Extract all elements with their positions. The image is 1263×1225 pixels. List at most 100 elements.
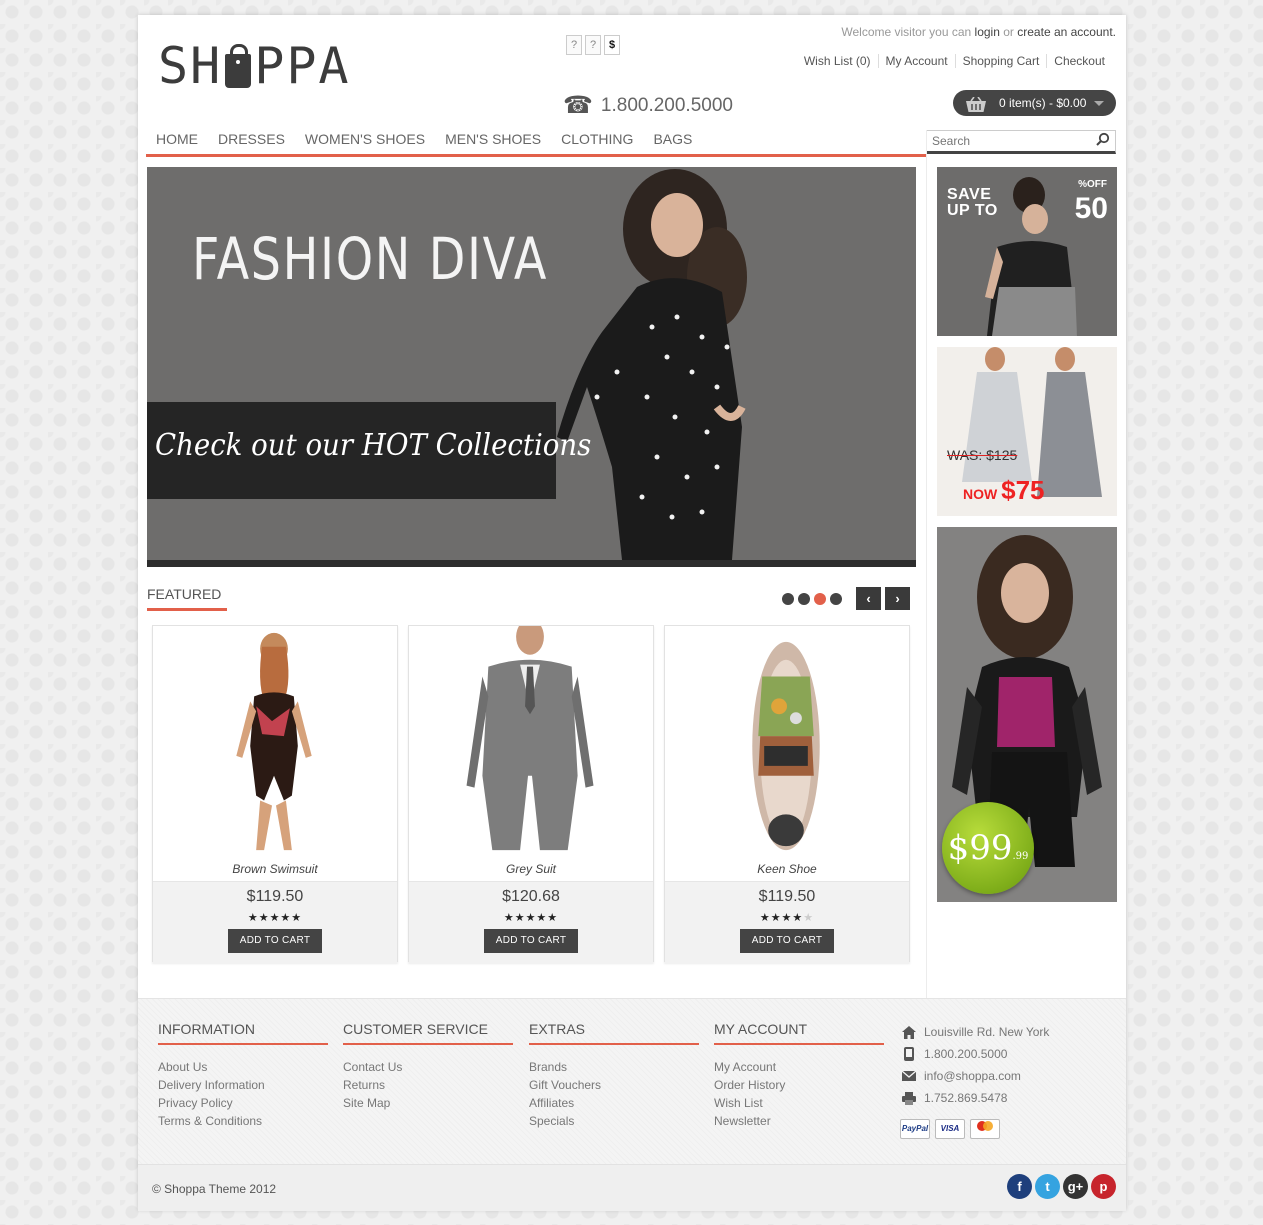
nav-clothing[interactable]: CLOTHING [551, 127, 643, 154]
add-to-cart-button[interactable]: ADD TO CART [228, 929, 322, 953]
contact-phone: 1.800.200.5000 [924, 1047, 1008, 1061]
wishlist-link[interactable]: Wish List (0) [797, 54, 878, 68]
footer-link[interactable]: Contact Us [343, 1058, 513, 1076]
product-name[interactable]: Brown Swimsuit [153, 862, 397, 876]
add-to-cart-button[interactable]: ADD TO CART [484, 929, 578, 953]
nav-womens-shoes[interactable]: WOMEN'S SHOES [295, 127, 435, 154]
currency-option[interactable]: ? [566, 35, 582, 55]
promo-save-line: SAVE [947, 186, 992, 203]
next-arrow-icon[interactable]: › [885, 587, 910, 610]
prev-arrow-icon[interactable]: ‹ [856, 587, 881, 610]
social-links: f t g+ p [1007, 1174, 1116, 1199]
currency-option-active[interactable]: $ [604, 35, 620, 55]
product-card[interactable]: Grey Suit $120.68 ★★★★★ ADD TO CART [408, 625, 654, 964]
hero-banner[interactable]: FASHION DIVA Check out our HOT Collectio… [147, 167, 916, 567]
contact-address: Louisville Rd. New York [924, 1025, 1050, 1039]
footer-link[interactable]: Privacy Policy [158, 1094, 328, 1112]
create-account-link[interactable]: create an account. [1017, 25, 1116, 39]
footer-link[interactable]: Brands [529, 1058, 699, 1076]
star-rating: ★★★★★ [759, 912, 815, 924]
shopping-cart-link[interactable]: Shopping Cart [954, 54, 1047, 68]
main-nav: HOME DRESSES WOMEN'S SHOES MEN'S SHOES C… [146, 127, 926, 157]
contact-phone-row: 1.800.200.5000 [900, 1043, 1049, 1065]
product-price: $119.50 [246, 888, 304, 905]
product-name[interactable]: Keen Shoe [665, 862, 909, 876]
currency-option[interactable]: ? [585, 35, 601, 55]
footer-heading: CUSTOMER SERVICE [343, 1021, 513, 1045]
footer-link[interactable]: Site Map [343, 1094, 513, 1112]
printer-icon [900, 1091, 918, 1105]
cart-summary: 0 item(s) - $0.00 [999, 96, 1087, 110]
nav-bags[interactable]: BAGS [643, 127, 702, 154]
login-link[interactable]: login [975, 25, 1000, 39]
badge-price: $99 [947, 828, 1013, 868]
account-links: Wish List (0) My Account Shopping Cart C… [797, 54, 1112, 68]
phone-number: 1.800.200.5000 [600, 94, 733, 116]
hero-tagline: Check out our HOT Collections [155, 428, 592, 463]
shopping-bag-icon [225, 44, 252, 88]
cart-button[interactable]: 0 item(s) - $0.00 [953, 90, 1116, 116]
contact-email[interactable]: info@shoppa.com [924, 1069, 1021, 1083]
footer-link[interactable]: Gift Vouchers [529, 1076, 699, 1094]
promo-discount-value: 50 [1074, 192, 1108, 225]
product-card[interactable]: Brown Swimsuit $119.50 ★★★★★ ADD TO CART [152, 625, 398, 964]
footer-link[interactable]: Returns [343, 1076, 513, 1094]
promo-save-text: SAVE UP TO [947, 187, 998, 219]
mastercard-icon [970, 1119, 1000, 1139]
carousel-dot-active[interactable] [814, 593, 826, 605]
carousel-dot[interactable] [782, 593, 794, 605]
carousel-dot[interactable] [830, 593, 842, 605]
facebook-icon[interactable]: f [1007, 1174, 1032, 1199]
header-phone: ☎ 1.800.200.5000 [563, 91, 733, 120]
footer-link[interactable]: Specials [529, 1112, 699, 1130]
footer-link[interactable]: Order History [714, 1076, 884, 1094]
paypal-icon: PayPal [900, 1119, 930, 1139]
contact-fax: 1.752.869.5478 [924, 1091, 1008, 1105]
hero-tagline-strip: Check out our HOT Collections [147, 402, 591, 499]
carousel-dot[interactable] [798, 593, 810, 605]
add-to-cart-button[interactable]: ADD TO CART [740, 929, 834, 953]
promo-banner-sale[interactable]: WAS: $125 NOW $75 [937, 347, 1117, 516]
footer-link[interactable]: Terms & Conditions [158, 1112, 328, 1130]
footer-column-information: INFORMATION About Us Delivery Informatio… [158, 1021, 328, 1130]
nav-home[interactable]: HOME [146, 127, 208, 154]
badge-cents: .99 [1012, 851, 1029, 862]
nav-mens-shoes[interactable]: MEN'S SHOES [435, 127, 551, 154]
home-icon [900, 1025, 918, 1039]
page-container: SH PPA ? ? $ ☎ 1.800.200.5000 Welcome vis… [138, 15, 1126, 1211]
phone-icon: ☎ [563, 92, 593, 119]
welcome-message: Welcome visitor you can login or create … [841, 25, 1116, 39]
footer-link[interactable]: Newsletter [714, 1112, 884, 1130]
footer-link[interactable]: About Us [158, 1058, 328, 1076]
promo-banner-save[interactable]: SAVE UP TO %OFF 50 [937, 167, 1117, 336]
hero-bottom-bar [147, 560, 916, 567]
footer-link[interactable]: Affiliates [529, 1094, 699, 1112]
footer-heading: INFORMATION [158, 1021, 328, 1045]
footer-link[interactable]: Delivery Information [158, 1076, 328, 1094]
twitter-icon[interactable]: t [1035, 1174, 1060, 1199]
footer: INFORMATION About Us Delivery Informatio… [138, 998, 1126, 1165]
search-box [926, 130, 1116, 154]
contact-email-row: info@shoppa.com [900, 1065, 1049, 1087]
payment-methods: PayPal VISA [900, 1119, 1000, 1139]
checkout-link[interactable]: Checkout [1046, 54, 1112, 68]
nav-dresses[interactable]: DRESSES [208, 127, 295, 154]
google-plus-icon[interactable]: g+ [1063, 1174, 1088, 1199]
star-rating: ★★★★★ [247, 912, 303, 924]
product-card[interactable]: Keen Shoe $119.50 ★★★★★ ADD TO CART [664, 625, 910, 964]
chevron-down-icon [1094, 100, 1105, 106]
copyright: © Shoppa Theme 2012 [152, 1182, 277, 1196]
logo[interactable]: SH PPA [158, 41, 351, 91]
footer-link[interactable]: My Account [714, 1058, 884, 1076]
search-icon[interactable] [1096, 132, 1110, 151]
search-input[interactable] [927, 133, 1094, 149]
footer-link[interactable]: Wish List [714, 1094, 884, 1112]
column-divider [926, 130, 927, 998]
product-name[interactable]: Grey Suit [409, 862, 653, 876]
contact-address-row: Louisville Rd. New York [900, 1021, 1049, 1043]
promo-banner-price[interactable]: $99.99 [937, 527, 1117, 902]
pinterest-icon[interactable]: p [1091, 1174, 1116, 1199]
hero-model-image [557, 169, 747, 560]
my-account-link[interactable]: My Account [877, 54, 955, 68]
footer-bottom-bar: © Shoppa Theme 2012 f t g+ p [138, 1164, 1126, 1211]
